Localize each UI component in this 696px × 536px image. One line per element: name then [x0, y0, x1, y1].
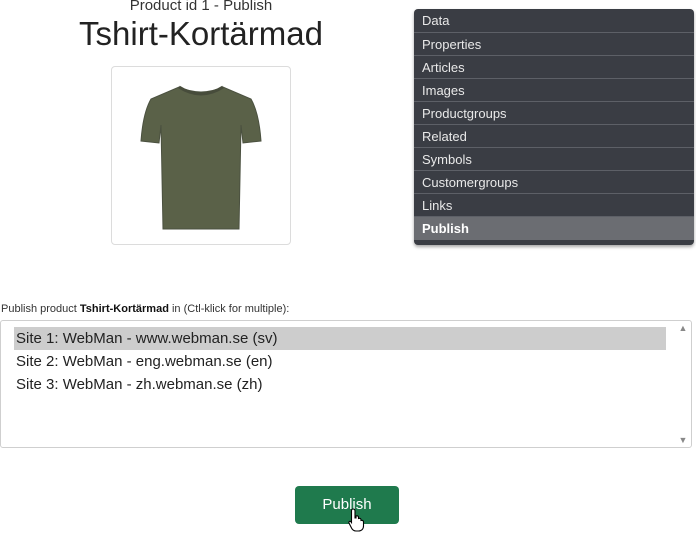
product-title: Tshirt-Kortärmad	[79, 15, 323, 52]
scroll-up-icon[interactable]: ▲	[678, 323, 688, 333]
publish-label-prefix: Publish product	[1, 303, 80, 315]
tab-articles[interactable]: Articles	[414, 56, 694, 79]
site-option-1[interactable]: Site 1: WebMan - www.webman.se (sv)	[14, 327, 666, 350]
site-option-3[interactable]: Site 3: WebMan - zh.webman.se (zh)	[14, 373, 666, 396]
tab-customergroups[interactable]: Customergroups	[414, 171, 694, 194]
tab-properties[interactable]: Properties	[414, 33, 694, 56]
tshirt-image	[140, 85, 262, 230]
tab-images[interactable]: Images	[414, 79, 694, 102]
hand-pointer-icon	[348, 508, 365, 532]
tab-symbols[interactable]: Symbols	[414, 148, 694, 171]
site-option-2[interactable]: Site 2: WebMan - eng.webman.se (en)	[14, 350, 666, 373]
product-subtitle: Product id 1 - Publish	[129, 0, 273, 14]
tab-related[interactable]: Related	[414, 125, 694, 148]
product-image	[111, 66, 291, 245]
tab-data[interactable]: Data	[414, 9, 694, 33]
tab-links[interactable]: Links	[414, 194, 694, 217]
publish-label-product: Tshirt-Kortärmad	[79, 303, 169, 315]
tab-publish[interactable]: Publish	[414, 217, 694, 240]
product-tabs: Data Properties Articles Images Productg…	[414, 9, 694, 245]
tab-productgroups[interactable]: Productgroups	[414, 102, 694, 125]
publish-label: Publish product Tshirt-Kortärmad in (Ctl…	[1, 303, 289, 315]
scroll-down-icon[interactable]: ▼	[678, 435, 688, 445]
publish-label-suffix: in (Ctl-klick for multiple):	[168, 303, 290, 315]
site-select[interactable]: Site 1: WebMan - www.webman.se (sv) Site…	[0, 320, 692, 448]
publish-button[interactable]: Publish	[295, 486, 399, 524]
